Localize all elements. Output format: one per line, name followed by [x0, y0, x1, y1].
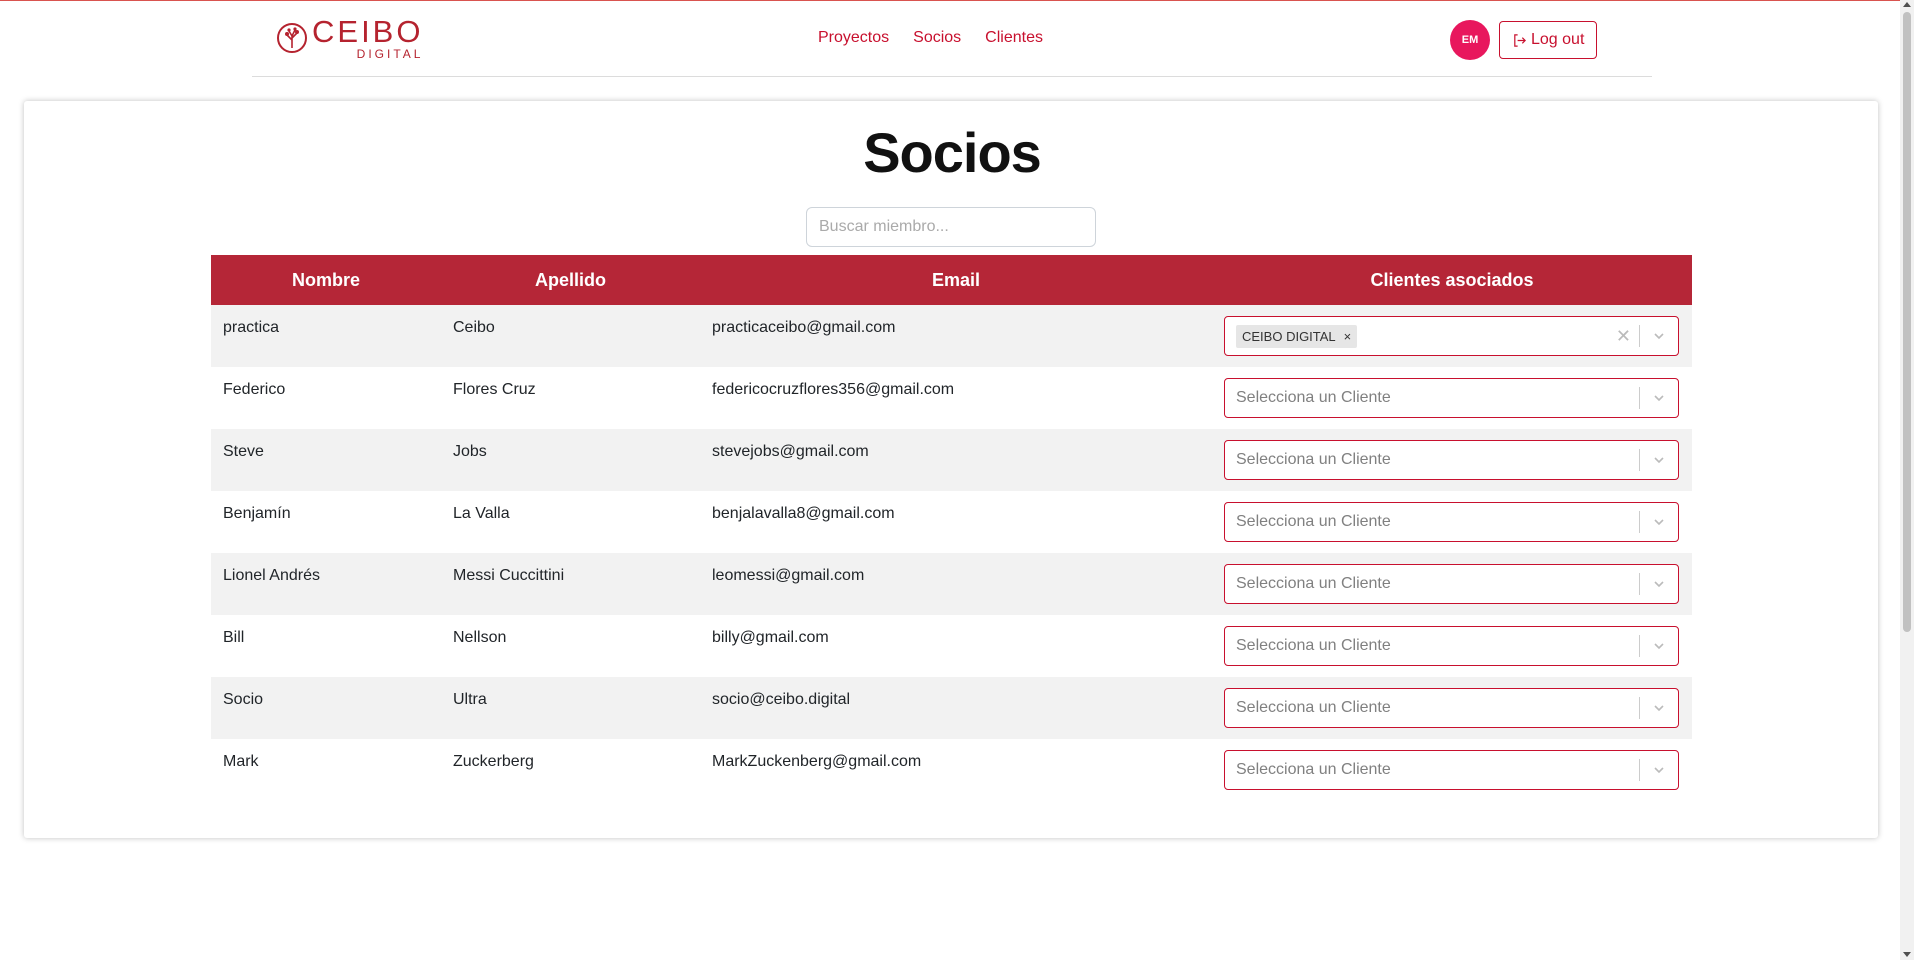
table-row: Lionel Andrés Messi Cuccittini leomessi@gm… — [211, 553, 1692, 615]
chevron-down-icon[interactable] — [1640, 329, 1678, 343]
cell-apellido: Nellson — [453, 629, 507, 646]
client-select-value: Selecciona un Cliente — [1236, 699, 1391, 716]
client-select[interactable]: Selecciona un Cliente — [1224, 564, 1679, 604]
client-select[interactable]: Selecciona un Cliente — [1224, 378, 1679, 418]
cell-clientes: Selecciona un Cliente — [1212, 429, 1692, 491]
header-clientes: Clientes asociados — [1370, 269, 1534, 290]
cell-apellido: Messi Cuccittini — [453, 567, 565, 584]
cell-clientes: Selecciona un Cliente — [1212, 553, 1692, 615]
cell-email: federicocruzflores356@gmail.com — [712, 381, 955, 398]
table-row: Socio Ultra socio@ceibo.digital Selecciona … — [211, 677, 1692, 739]
header-email: Email — [931, 269, 981, 290]
cell-apellido: Zuckerberg — [453, 753, 534, 770]
client-select-value: Selecciona un Cliente — [1236, 451, 1391, 468]
cell-email: billy@gmail.com — [712, 629, 829, 646]
nav-link-clientes[interactable]: Clientes — [985, 29, 1043, 47]
client-select[interactable]: Selecciona un Cliente — [1224, 626, 1679, 666]
cell-apellido: Ceibo — [453, 319, 495, 336]
cell-clientes: Selecciona un Cliente — [1212, 615, 1692, 677]
table-row: Federico Flores Cruz federicocruzflores356… — [211, 367, 1692, 429]
chevron-down-icon[interactable] — [1640, 391, 1678, 405]
table-row: Benjamín La Valla benjalavalla8@gmail.com S… — [211, 491, 1692, 553]
brand-name: CEIBO — [312, 14, 424, 49]
cell-clientes: Selecciona un Cliente — [1212, 491, 1692, 553]
client-select[interactable]: Selecciona un Cliente — [1224, 440, 1679, 480]
cell-email: stevejobs@gmail.com — [712, 443, 869, 460]
client-tag-label: CEIBO DIGITAL — [1242, 328, 1336, 344]
nav-link-proyectos[interactable]: Proyectos — [818, 29, 889, 47]
cell-nombre: Steve — [223, 443, 264, 460]
cell-clientes: Selecciona un Cliente — [1212, 739, 1692, 801]
chevron-down-icon[interactable] — [1640, 453, 1678, 467]
tree-logo-icon — [277, 23, 307, 53]
table-row: Bill Nellson billy@gmail.com Selecciona un … — [211, 615, 1692, 677]
table-row: Mark Zuckerberg MarkZuckenberg@gmail.com Se… — [211, 739, 1692, 801]
navbar: CEIBO DIGITAL Proyectos Socios Clientes … — [0, 1, 1900, 77]
client-select-value: Selecciona un Cliente — [1236, 513, 1391, 530]
chevron-down-icon[interactable] — [1640, 639, 1678, 653]
scrollbar[interactable] — [1900, 0, 1914, 960]
page-title: Socios — [863, 121, 1042, 184]
client-select[interactable]: CEIBO DIGITAL × ✕ — [1224, 316, 1679, 356]
table-header: Nombre Apellido Email Clientes asociados — [211, 255, 1692, 305]
chevron-down-icon[interactable] — [1640, 577, 1678, 591]
chevron-down-icon[interactable] — [1640, 515, 1678, 529]
chevron-down-icon[interactable] — [1640, 763, 1678, 777]
cell-clientes: CEIBO DIGITAL × ✕ — [1212, 305, 1692, 367]
client-select-value: CEIBO DIGITAL × — [1225, 324, 1608, 348]
tag-remove-icon[interactable]: × — [1344, 329, 1352, 344]
brand-text: CEIBO DIGITAL — [312, 16, 423, 60]
cell-nombre: practica — [223, 319, 280, 336]
logout-icon — [1514, 33, 1526, 47]
table-body: practica Ceibo practicaceibo@gmail.com CEIB… — [211, 305, 1692, 801]
table-row: practica Ceibo practicaceibo@gmail.com CEIB… — [211, 305, 1692, 367]
nav-link-socios[interactable]: Socios — [913, 29, 961, 47]
cell-apellido: La Valla — [453, 505, 510, 522]
main-nav: Proyectos Socios Clientes — [818, 29, 1043, 47]
cell-nombre: Socio — [223, 691, 264, 708]
clear-icon[interactable]: ✕ — [1608, 326, 1639, 347]
cell-email: socio@ceibo.digital — [712, 691, 851, 708]
user-avatar[interactable]: EM — [1450, 20, 1490, 60]
logout-label: Log out — [1531, 31, 1585, 48]
cell-nombre: Mark — [223, 753, 259, 770]
cell-email: benjalavalla8@gmail.com — [712, 505, 895, 522]
cell-clientes: Selecciona un Cliente — [1212, 677, 1692, 739]
nav-divider — [252, 76, 1652, 77]
cell-email: MarkZuckenberg@gmail.com — [712, 753, 922, 770]
cell-nombre: Federico — [223, 381, 286, 398]
client-select-value: Selecciona un Cliente — [1236, 637, 1391, 654]
client-tag: CEIBO DIGITAL × — [1236, 324, 1358, 348]
cell-apellido: Jobs — [453, 443, 487, 460]
cell-email: leomessi@gmail.com — [712, 567, 865, 584]
client-select-value: Selecciona un Cliente — [1236, 575, 1391, 592]
chevron-down-icon[interactable] — [1640, 701, 1678, 715]
brand-sub: DIGITAL — [356, 47, 424, 61]
header-apellido: Apellido — [535, 269, 606, 290]
search-input[interactable] — [806, 207, 1096, 247]
cell-apellido: Flores Cruz — [453, 381, 536, 398]
client-select[interactable]: Selecciona un Cliente — [1224, 688, 1679, 728]
scroll-down-arrow-icon[interactable] — [1903, 952, 1911, 957]
cell-apellido: Ultra — [453, 691, 487, 708]
client-select[interactable]: Selecciona un Cliente — [1224, 502, 1679, 542]
cell-email: practicaceibo@gmail.com — [712, 319, 896, 336]
client-select-value: Selecciona un Cliente — [1236, 761, 1391, 778]
logout-button[interactable]: Log out — [1499, 21, 1598, 59]
cell-nombre: Lionel Andrés — [223, 567, 320, 584]
header-nombre: Nombre — [291, 269, 360, 290]
scroll-thumb[interactable] — [1903, 12, 1911, 632]
scroll-up-arrow-icon[interactable] — [1903, 2, 1911, 7]
table-row: Steve Jobs stevejobs@gmail.com Selecciona u… — [211, 429, 1692, 491]
client-select-value: Selecciona un Cliente — [1236, 389, 1391, 406]
members-table: Nombre Apellido Email Clientes asociados… — [211, 255, 1692, 801]
cell-nombre: Benjamín — [223, 505, 291, 522]
cell-nombre: Bill — [223, 629, 245, 646]
brand-logo[interactable]: CEIBO DIGITAL — [276, 16, 423, 60]
cell-clientes: Selecciona un Cliente — [1212, 367, 1692, 429]
client-select[interactable]: Selecciona un Cliente — [1224, 750, 1679, 790]
